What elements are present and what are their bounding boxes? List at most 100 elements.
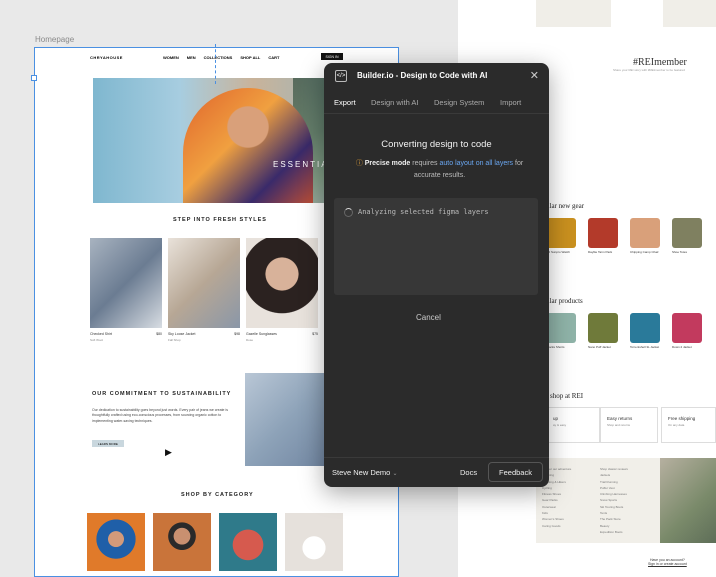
close-icon[interactable]: ✕ <box>530 69 539 82</box>
rei-gear-item: Daylite Tarm Pack <box>588 218 620 255</box>
rei-gear-item: SD Sunpro Watch <box>546 218 578 255</box>
rei-benefit-title: Easy returns <box>607 416 633 421</box>
product-sub: Dose <box>246 338 254 342</box>
nav-item: MEN <box>186 55 196 60</box>
section-title-fresh: STEP INTO FRESH STYLES <box>173 217 267 223</box>
rei-gear-name: SD Sunpro Watch <box>546 250 570 254</box>
site-nav-button: SIGN IN <box>321 53 343 60</box>
rei-bottom: Have you an account? Sign in or create a… <box>648 558 687 566</box>
rei-gear-image <box>546 218 576 248</box>
rei-benefit-title: up <box>553 416 559 421</box>
rei-gear-row: SD Sunpro Watch Daylite Tarm Pack Chippi… <box>546 218 704 255</box>
rei-shop-heading: shop at REI <box>550 392 584 400</box>
product-price: $75 <box>312 332 318 336</box>
category-image <box>219 513 277 571</box>
product-image <box>168 238 240 328</box>
rei-benefit-sub: ay & easy <box>553 423 567 427</box>
layout-guide <box>215 44 216 84</box>
product-price: $98 <box>234 332 240 336</box>
progress-panel: Analyzing selected figma layers <box>334 198 538 295</box>
rei-gear-item: Shoe Totes <box>672 218 704 255</box>
rei-bottom-link: Sign in or create account <box>648 562 687 566</box>
category-row <box>87 513 343 571</box>
nav-item: COLLECTIONS <box>203 55 233 60</box>
modal-tabs: Export Design with AI Design System Impo… <box>324 90 549 114</box>
cancel-button[interactable]: Cancel <box>416 313 441 322</box>
rei-benefit-title: Free shipping <box>668 416 696 421</box>
product-name: Sky Loose Jacket <box>168 332 196 336</box>
rei-gear-name: Daylite Tarm Pack <box>588 250 613 254</box>
rei-product-image <box>588 313 618 343</box>
rei-top-card <box>536 0 611 27</box>
code-icon: </> <box>335 70 347 82</box>
rei-product-image <box>546 313 576 343</box>
product-card: Checked Shirt $80 Soft Wool <box>90 238 162 342</box>
product-image <box>246 238 318 328</box>
product-image <box>90 238 162 328</box>
nav-item: SHOP ALL <box>240 55 261 60</box>
rei-footer: Get our our adventure Camping Climbing &… <box>536 458 716 543</box>
info-mid: requires <box>412 160 438 167</box>
rei-benefit-box: Easy returns Shop and returns <box>600 407 658 443</box>
rei-popular-products-heading: ular products <box>546 297 583 305</box>
project-selector[interactable]: Steve New Demo ⌄ <box>332 468 397 477</box>
product-sub: Soft Wool <box>90 338 103 342</box>
modal-info: ⓘ Precise mode requires auto layout on a… <box>342 158 537 182</box>
info-bold: Precise mode <box>364 160 411 167</box>
auto-layout-link[interactable]: auto layout on all layers <box>440 160 514 167</box>
rei-footer-col-2: Shop classic reviews Jackets Trail Runni… <box>600 466 628 535</box>
tab-import[interactable]: Import <box>500 98 521 107</box>
mouse-cursor-icon: ▶ <box>165 447 172 457</box>
frame-resize-handle[interactable] <box>31 75 37 81</box>
rei-footer-link: Expedition Boots <box>600 529 623 534</box>
project-name: Steve New Demo <box>332 468 391 477</box>
rei-product-item: Torrentshell 3L Jacket <box>630 313 662 350</box>
product-sub: Fall Shop <box>168 338 181 342</box>
product-price: $80 <box>156 332 162 336</box>
rei-gear-item: Chipping Camp Chair <box>630 218 662 255</box>
feedback-button[interactable]: Feedback <box>488 462 543 482</box>
rei-gear-image <box>672 218 702 248</box>
builder-plugin-modal: </> Builder.io - Design to Code with AI … <box>324 63 549 487</box>
rei-footer-link: Caring Goods <box>542 523 561 528</box>
docs-link[interactable]: Docs <box>460 468 477 477</box>
rei-benefit-sub: On any data <box>668 423 685 427</box>
rei-products-row: Stocks Shorts Nano Puff Jacket Torrentsh… <box>546 313 704 350</box>
progress-status: Analyzing selected figma layers <box>358 208 489 216</box>
frame-label[interactable]: Homepage <box>35 35 74 44</box>
rei-product-item: Stocks Shorts <box>546 313 578 350</box>
rei-product-image <box>672 313 702 343</box>
spinner-icon <box>344 208 353 217</box>
category-image <box>153 513 211 571</box>
rei-product-name: Down 2 Jacket <box>672 345 692 349</box>
nav-item: WOMEN <box>163 55 179 60</box>
product-name: Checked Shirt <box>90 332 112 336</box>
category-image <box>87 513 145 571</box>
nav-item: CART <box>268 55 280 60</box>
tab-design-with-ai[interactable]: Design with AI <box>371 98 419 107</box>
category-image <box>285 513 343 571</box>
modal-footer: Steve New Demo ⌄ Docs Feedback <box>324 457 549 487</box>
warning-icon: ⓘ <box>355 160 363 167</box>
rei-popular-gear-heading: ular new gear <box>546 202 585 210</box>
modal-title: Builder.io - Design to Code with AI <box>357 71 488 80</box>
rei-benefit-box: Free shipping On any data <box>661 407 716 443</box>
rei-gear-name: Shoe Totes <box>672 250 687 254</box>
section-title-category: SHOP BY CATEGORY <box>181 492 254 498</box>
site-nav: WOMEN MEN COLLECTIONS SHOP ALL CART <box>163 55 279 60</box>
site-brand: CHRYAHOUSE <box>90 55 123 60</box>
rei-title: #REImember <box>633 57 687 68</box>
learn-more-button: LEARN MORE <box>92 440 124 447</box>
rei-product-item: Nano Puff Jacket <box>588 313 620 350</box>
modal-header: </> Builder.io - Design to Code with AI … <box>324 63 549 89</box>
tab-export[interactable]: Export <box>334 98 356 107</box>
rei-footer-photo <box>660 458 716 543</box>
product-card: Sky Loose Jacket $98 Fall Shop <box>168 238 240 342</box>
rei-gear-name: Chipping Camp Chair <box>630 250 659 254</box>
rei-subtitle: Share your REI story with #REImember to … <box>613 68 685 72</box>
tab-design-system[interactable]: Design System <box>434 98 484 107</box>
rei-product-name: Nano Puff Jacket <box>588 345 611 349</box>
commitment-text: Our dedication to sustainability goes be… <box>92 408 228 423</box>
rei-gear-image <box>630 218 660 248</box>
rei-product-name: Torrentshell 3L Jacket <box>630 345 660 349</box>
